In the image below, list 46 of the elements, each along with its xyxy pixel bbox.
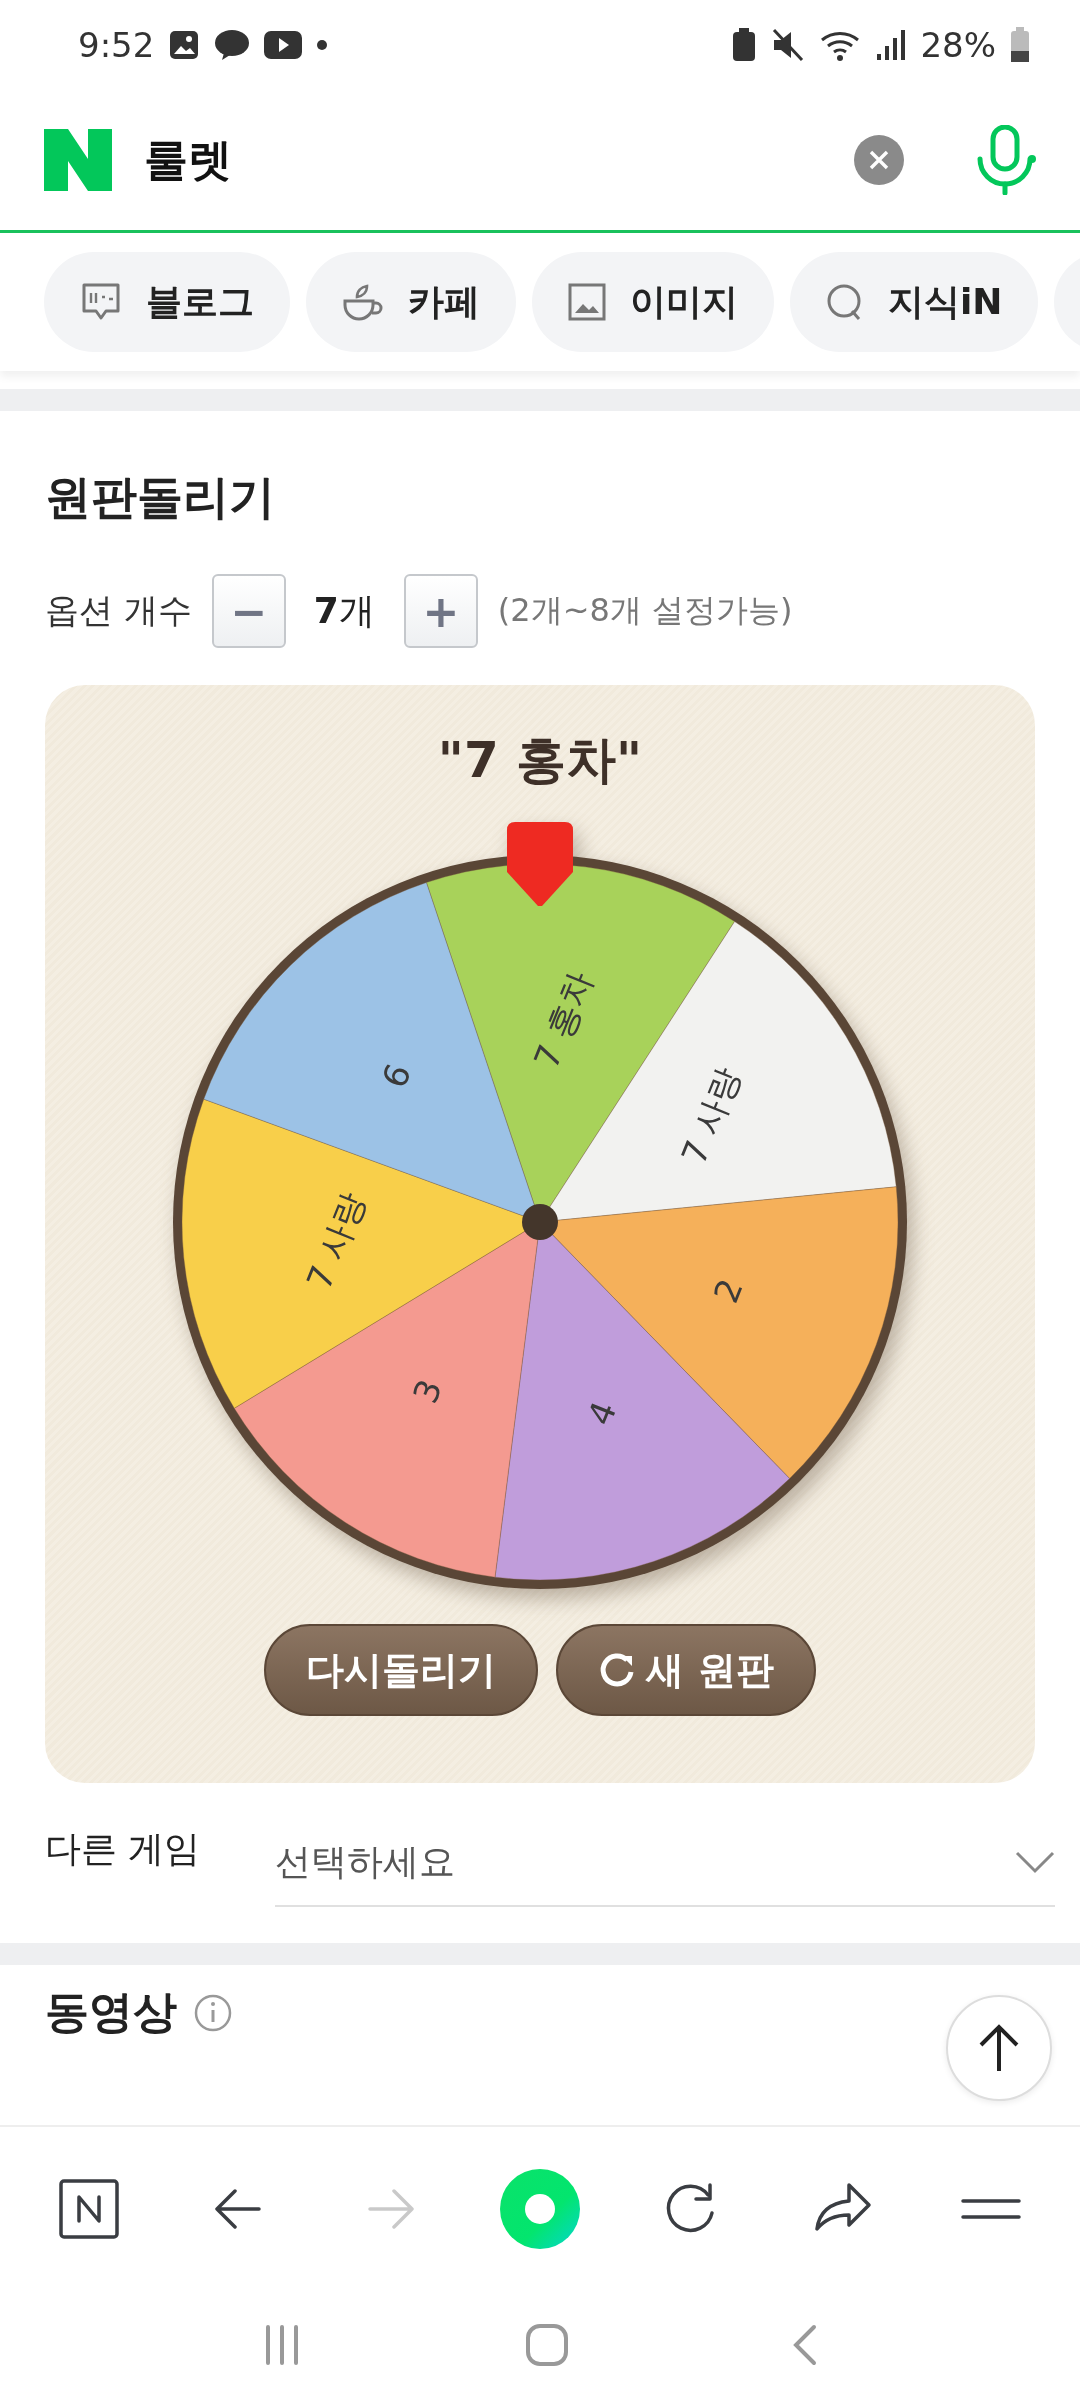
segment-label: 7 사랑 [673,1061,749,1170]
chat-bubble-icon [214,29,251,61]
spin-again-button[interactable]: 다시돌리기 [264,1624,539,1716]
range-hint: (2개~8개 설정가능) [497,590,793,631]
section-title: 동영상 [45,1985,177,2039]
category-tab[interactable]: 이미지 [532,252,774,352]
search-field[interactable]: 룰렛 [142,133,824,187]
n-logo-icon[interactable] [44,129,112,191]
wheel-hub [522,1204,558,1240]
menu-icon [958,2197,1023,2220]
video-play-icon [264,31,303,59]
section-title: 원판돌리기 [45,469,276,526]
battery-percent: 28% [920,25,996,65]
chevron-down-icon [1015,1850,1055,1874]
close-icon [868,149,890,171]
segment-label: 6 [373,1058,419,1094]
category-tab[interactable]: 카페 [306,252,516,352]
clear-button[interactable] [854,135,904,185]
result-text: "7 홍차" [437,730,643,791]
segment-label: 7 홍차 [525,965,601,1074]
info-icon[interactable] [193,1992,233,2033]
signal-icon [876,28,907,62]
option-count-label: 옵션 개수 [45,589,192,632]
category-tab[interactable]: 지식iN [790,252,1039,352]
home-icon[interactable] [525,2323,569,2367]
up-arrow-icon [977,2023,1021,2073]
segment-label: 7 사랑 [298,1186,374,1296]
battery-icon [1010,27,1030,63]
segment-label: 4 [579,1395,625,1431]
segment-label: 2 [705,1273,751,1309]
option-count: 7개 [313,588,376,633]
ring-icon [498,2166,582,2251]
dot-icon [316,39,329,51]
other-game-label: 다른 게임 [45,1827,202,1871]
n-logo-icon [57,2176,122,2241]
increase-button[interactable]: + [403,574,478,648]
battery-saver-icon [732,28,757,62]
category-tab[interactable]: 블로그 [44,252,290,352]
new-wheel-button[interactable]: 새 원판 [556,1624,816,1716]
segment-label: 3 [404,1373,451,1409]
pointer-icon [507,822,573,906]
clock: 9:52 [78,25,155,65]
image-icon [566,281,608,323]
decrease-button[interactable]: − [211,574,286,648]
gallery-icon [168,29,201,61]
game-select[interactable]: 선택하세요 [275,1819,1055,1907]
